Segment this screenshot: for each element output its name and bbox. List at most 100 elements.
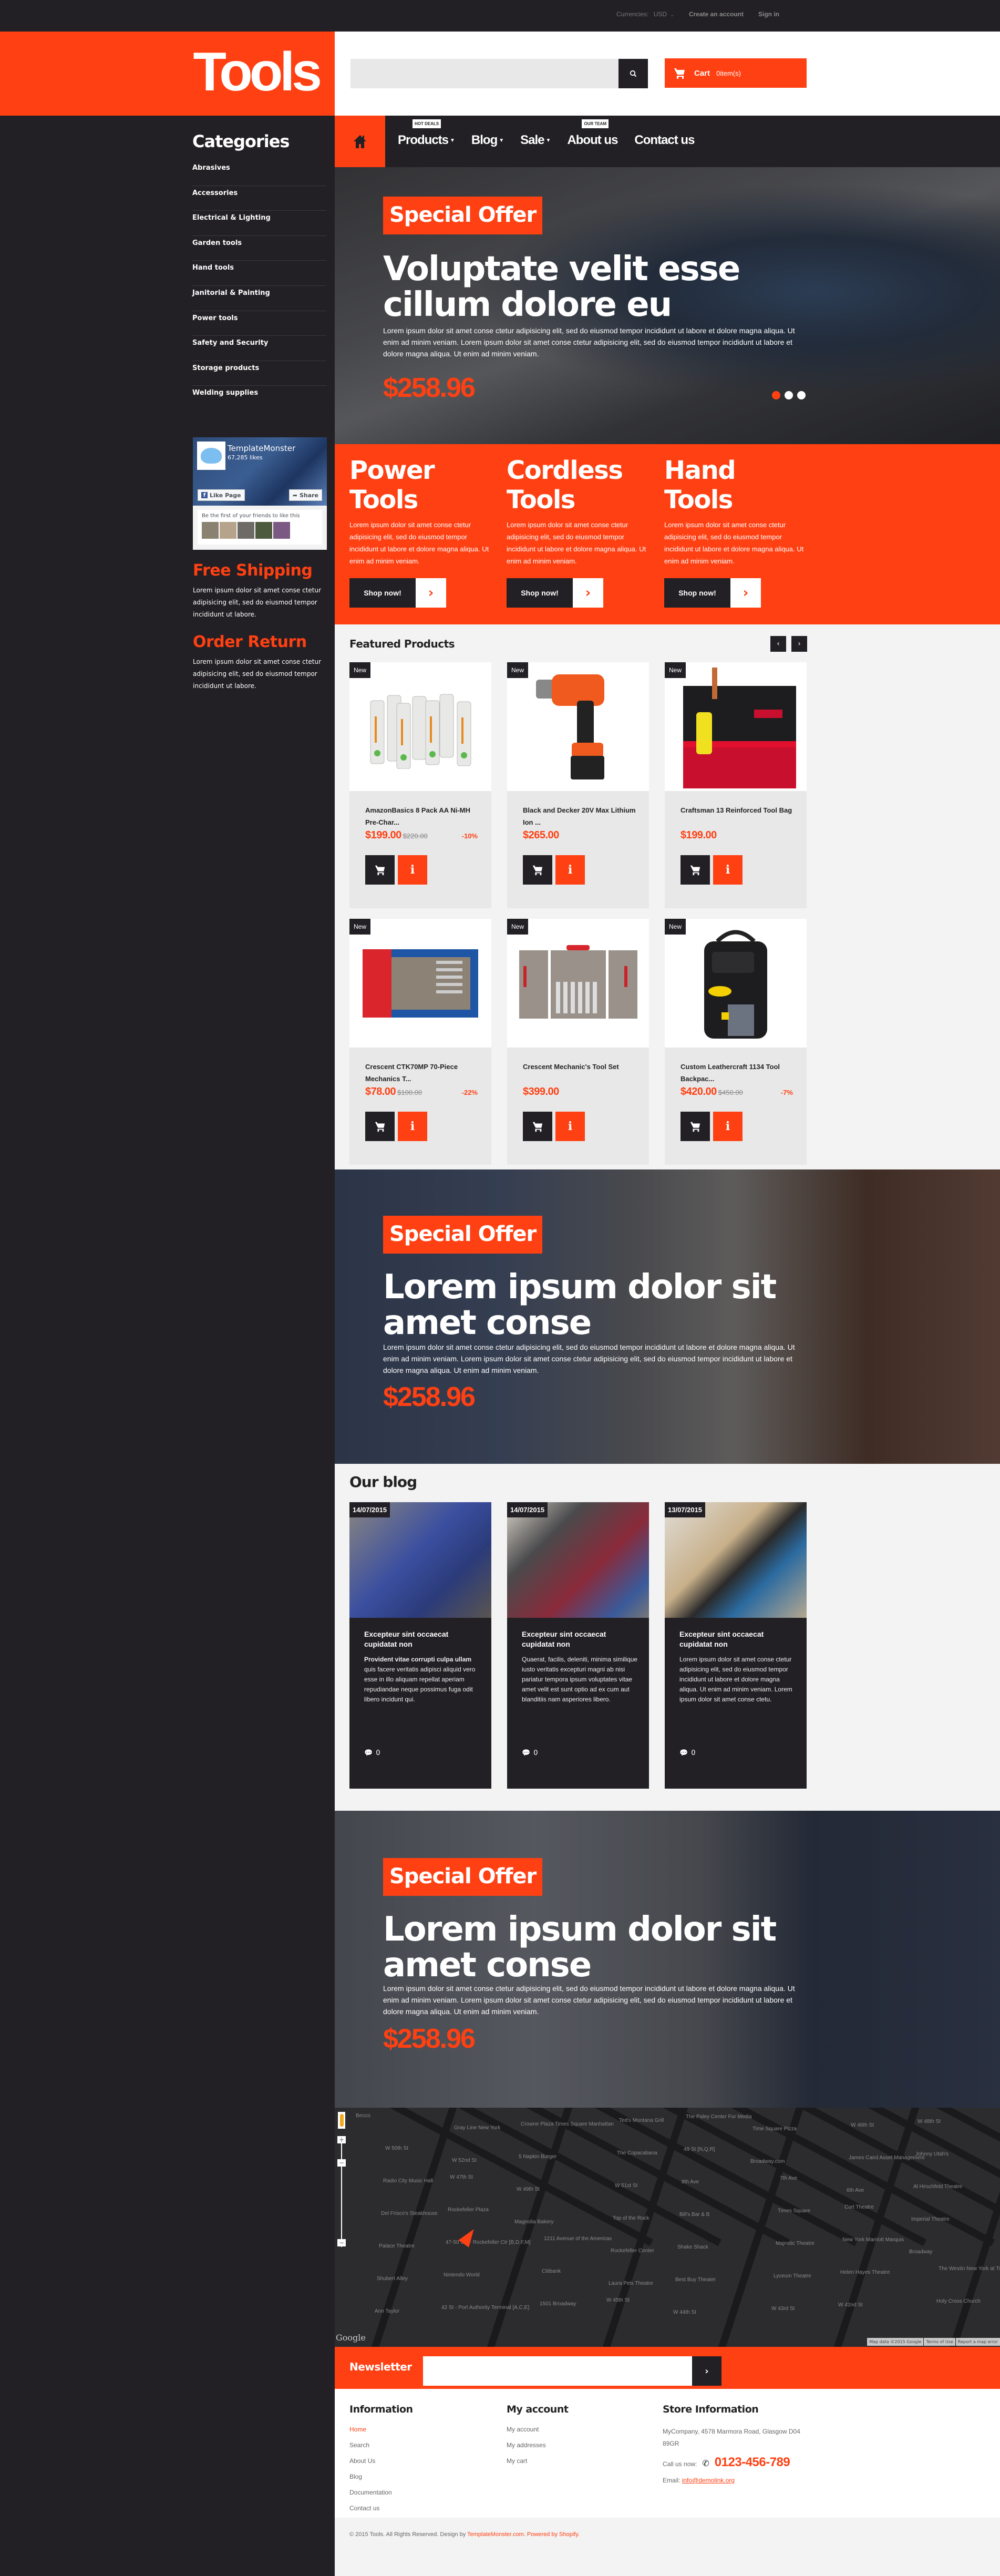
product-info-button[interactable]: i [398,1112,427,1141]
footer-link-my-addresses[interactable]: My addresses [507,2441,568,2457]
map-zoom-out-button[interactable]: − [337,2239,346,2246]
product-name[interactable]: Custom Leathercraft 1134 Tool Backpac... [681,1061,796,1085]
currency-selector[interactable]: Currencies: USD ⌄ [616,11,674,18]
newsletter-email-input[interactable] [423,2356,692,2386]
footer-link-search[interactable]: Search [349,2441,413,2457]
add-to-cart-button[interactable] [365,1112,395,1141]
add-to-cart-button[interactable] [681,1112,710,1141]
add-to-cart-button[interactable] [681,855,710,885]
shop-now-button[interactable]: Shop now! › [664,578,761,608]
blog-post-image[interactable] [349,1502,491,1618]
carousel-prev-button[interactable]: ‹ [770,636,786,652]
footer-link-my-cart[interactable]: My cart [507,2457,568,2473]
map-zoom-handle[interactable]: − [337,2159,346,2167]
logo[interactable]: Tools [193,43,322,101]
home-button[interactable] [335,116,385,167]
facebook-avatar[interactable] [197,442,225,470]
category-item[interactable]: Storage products [192,361,326,386]
newsletter-submit-button[interactable]: › [692,2356,721,2386]
category-item[interactable]: Hand tools [192,261,326,286]
blog-post-title[interactable]: Excepteur sint occaecat cupidatat non [364,1629,480,1649]
shop-now-button[interactable]: Shop now! › [349,578,446,608]
footer-link-home[interactable]: Home [349,2426,413,2441]
google-map[interactable]: Becco Gray Line New York Crowne Plaza Time… [335,2108,1000,2347]
category-item[interactable]: Welding supplies [192,386,326,411]
category-item[interactable]: Abrasives [192,161,326,186]
blog-post-title[interactable]: Excepteur sint occaecat cupidatat non [522,1629,637,1649]
product-info-button[interactable]: i [398,855,427,885]
product-info-button[interactable]: i [713,855,743,885]
carousel-next-button[interactable]: › [791,636,807,652]
product-card[interactable]: New Crescent CTK70MP 70-Piece Mechanics … [349,919,491,1165]
friend-avatar[interactable] [220,522,236,539]
blog-post-image[interactable] [507,1502,649,1618]
friend-avatar[interactable] [202,522,219,539]
cart-button[interactable]: Cart 0item(s) [665,58,807,88]
category-item[interactable]: Electrical & Lighting [192,211,326,236]
product-name[interactable]: AmazonBasics 8 Pack AA Ni-MH Pre-Char... [365,804,481,828]
product-name[interactable]: Craftsman 13 Reinforced Tool Bag [681,804,796,816]
product-card[interactable]: New Black and Decker 20V Max Lithium Ion… [507,662,649,908]
friend-avatar[interactable] [255,522,272,539]
product-card[interactable]: New Custom Leathercraft 1134 Tool Backpa… [665,919,807,1165]
product-image[interactable] [507,662,649,791]
facebook-page-name[interactable]: TemplateMonster [228,444,295,453]
footer-link-documentation[interactable]: Documentation [349,2489,413,2505]
product-name[interactable]: Crescent CTK70MP 70-Piece Mechanics T... [365,1061,481,1085]
store-phone[interactable]: 0123-456-789 [715,2456,790,2469]
search-input[interactable] [350,59,618,88]
blog-post-comments[interactable]: 💬 0 [679,1749,695,1757]
facebook-like-button[interactable]: f Like Page [198,489,245,501]
nav-sale[interactable]: Sale ▼ [520,133,551,148]
product-card[interactable]: New Crescent Mechanic's Tool Set $399.00… [507,919,649,1165]
add-to-cart-button[interactable] [365,855,395,885]
blog-post[interactable]: 14/07/2015 Excepteur sint occaecat cupid… [349,1502,491,1789]
map-terms-link[interactable]: Terms of Use [924,2338,955,2346]
product-image[interactable] [349,919,491,1048]
street-view-pegman[interactable] [338,2112,345,2129]
category-item[interactable]: Safety and Security [192,336,326,361]
shop-now-button[interactable]: Shop now! › [507,578,603,608]
product-image[interactable] [665,662,807,791]
category-item[interactable]: Accessories [192,186,326,211]
product-name[interactable]: Crescent Mechanic's Tool Set [523,1061,638,1073]
product-image[interactable] [665,919,807,1048]
product-image[interactable] [507,919,649,1048]
slider-dot[interactable] [785,391,793,399]
blog-post-image[interactable] [665,1502,807,1618]
shopify-link[interactable]: Powered by Shopify [527,2531,578,2538]
store-email-link[interactable]: info@demolink.org [682,2477,735,2484]
sign-in-link[interactable]: Sign in [758,11,779,18]
nav-about-us[interactable]: OUR TEAM About us [567,119,618,148]
blog-post-comments[interactable]: 💬 0 [364,1749,380,1757]
friend-avatar[interactable] [238,522,254,539]
product-info-button[interactable]: i [555,1112,585,1141]
nav-contact-us[interactable]: Contact us [634,133,695,148]
templatemonster-link[interactable]: TemplateMonster.com [467,2531,524,2538]
blog-post-comments[interactable]: 💬 0 [522,1749,538,1757]
slider-dot[interactable] [772,391,780,399]
category-item[interactable]: Janitorial & Painting [192,286,326,311]
product-card[interactable]: New AmazonBasics 8 Pack AA Ni-MH Pre-Cha… [349,662,491,908]
blog-post-title[interactable]: Excepteur sint occaecat cupidatat non [679,1629,795,1649]
map-zoom-in-button[interactable]: + [337,2136,346,2143]
add-to-cart-button[interactable] [523,1112,552,1141]
blog-post[interactable]: 14/07/2015 Excepteur sint occaecat cupid… [507,1502,649,1789]
currency-value[interactable]: USD [654,11,667,18]
slider-dot[interactable] [797,391,806,399]
footer-link-my-account[interactable]: My account [507,2426,568,2441]
category-item[interactable]: Garden tools [192,236,326,261]
search-button[interactable] [618,59,648,88]
product-name[interactable]: Black and Decker 20V Max Lithium Ion ... [523,804,638,828]
product-card[interactable]: New Craftsman 13 Reinforced Tool Bag $19… [665,662,807,908]
blog-post[interactable]: 13/07/2015 Excepteur sint occaecat cupid… [665,1502,807,1789]
footer-link-blog[interactable]: Blog [349,2473,413,2489]
nav-blog[interactable]: Blog ▼ [471,133,504,148]
friend-avatar[interactable] [273,522,290,539]
category-item[interactable]: Power tools [192,311,326,336]
product-info-button[interactable]: i [555,855,585,885]
map-report-link[interactable]: Report a map error [955,2338,1000,2346]
product-image[interactable] [349,662,491,791]
facebook-share-button[interactable]: ➦ Share [288,489,322,501]
product-info-button[interactable]: i [713,1112,743,1141]
